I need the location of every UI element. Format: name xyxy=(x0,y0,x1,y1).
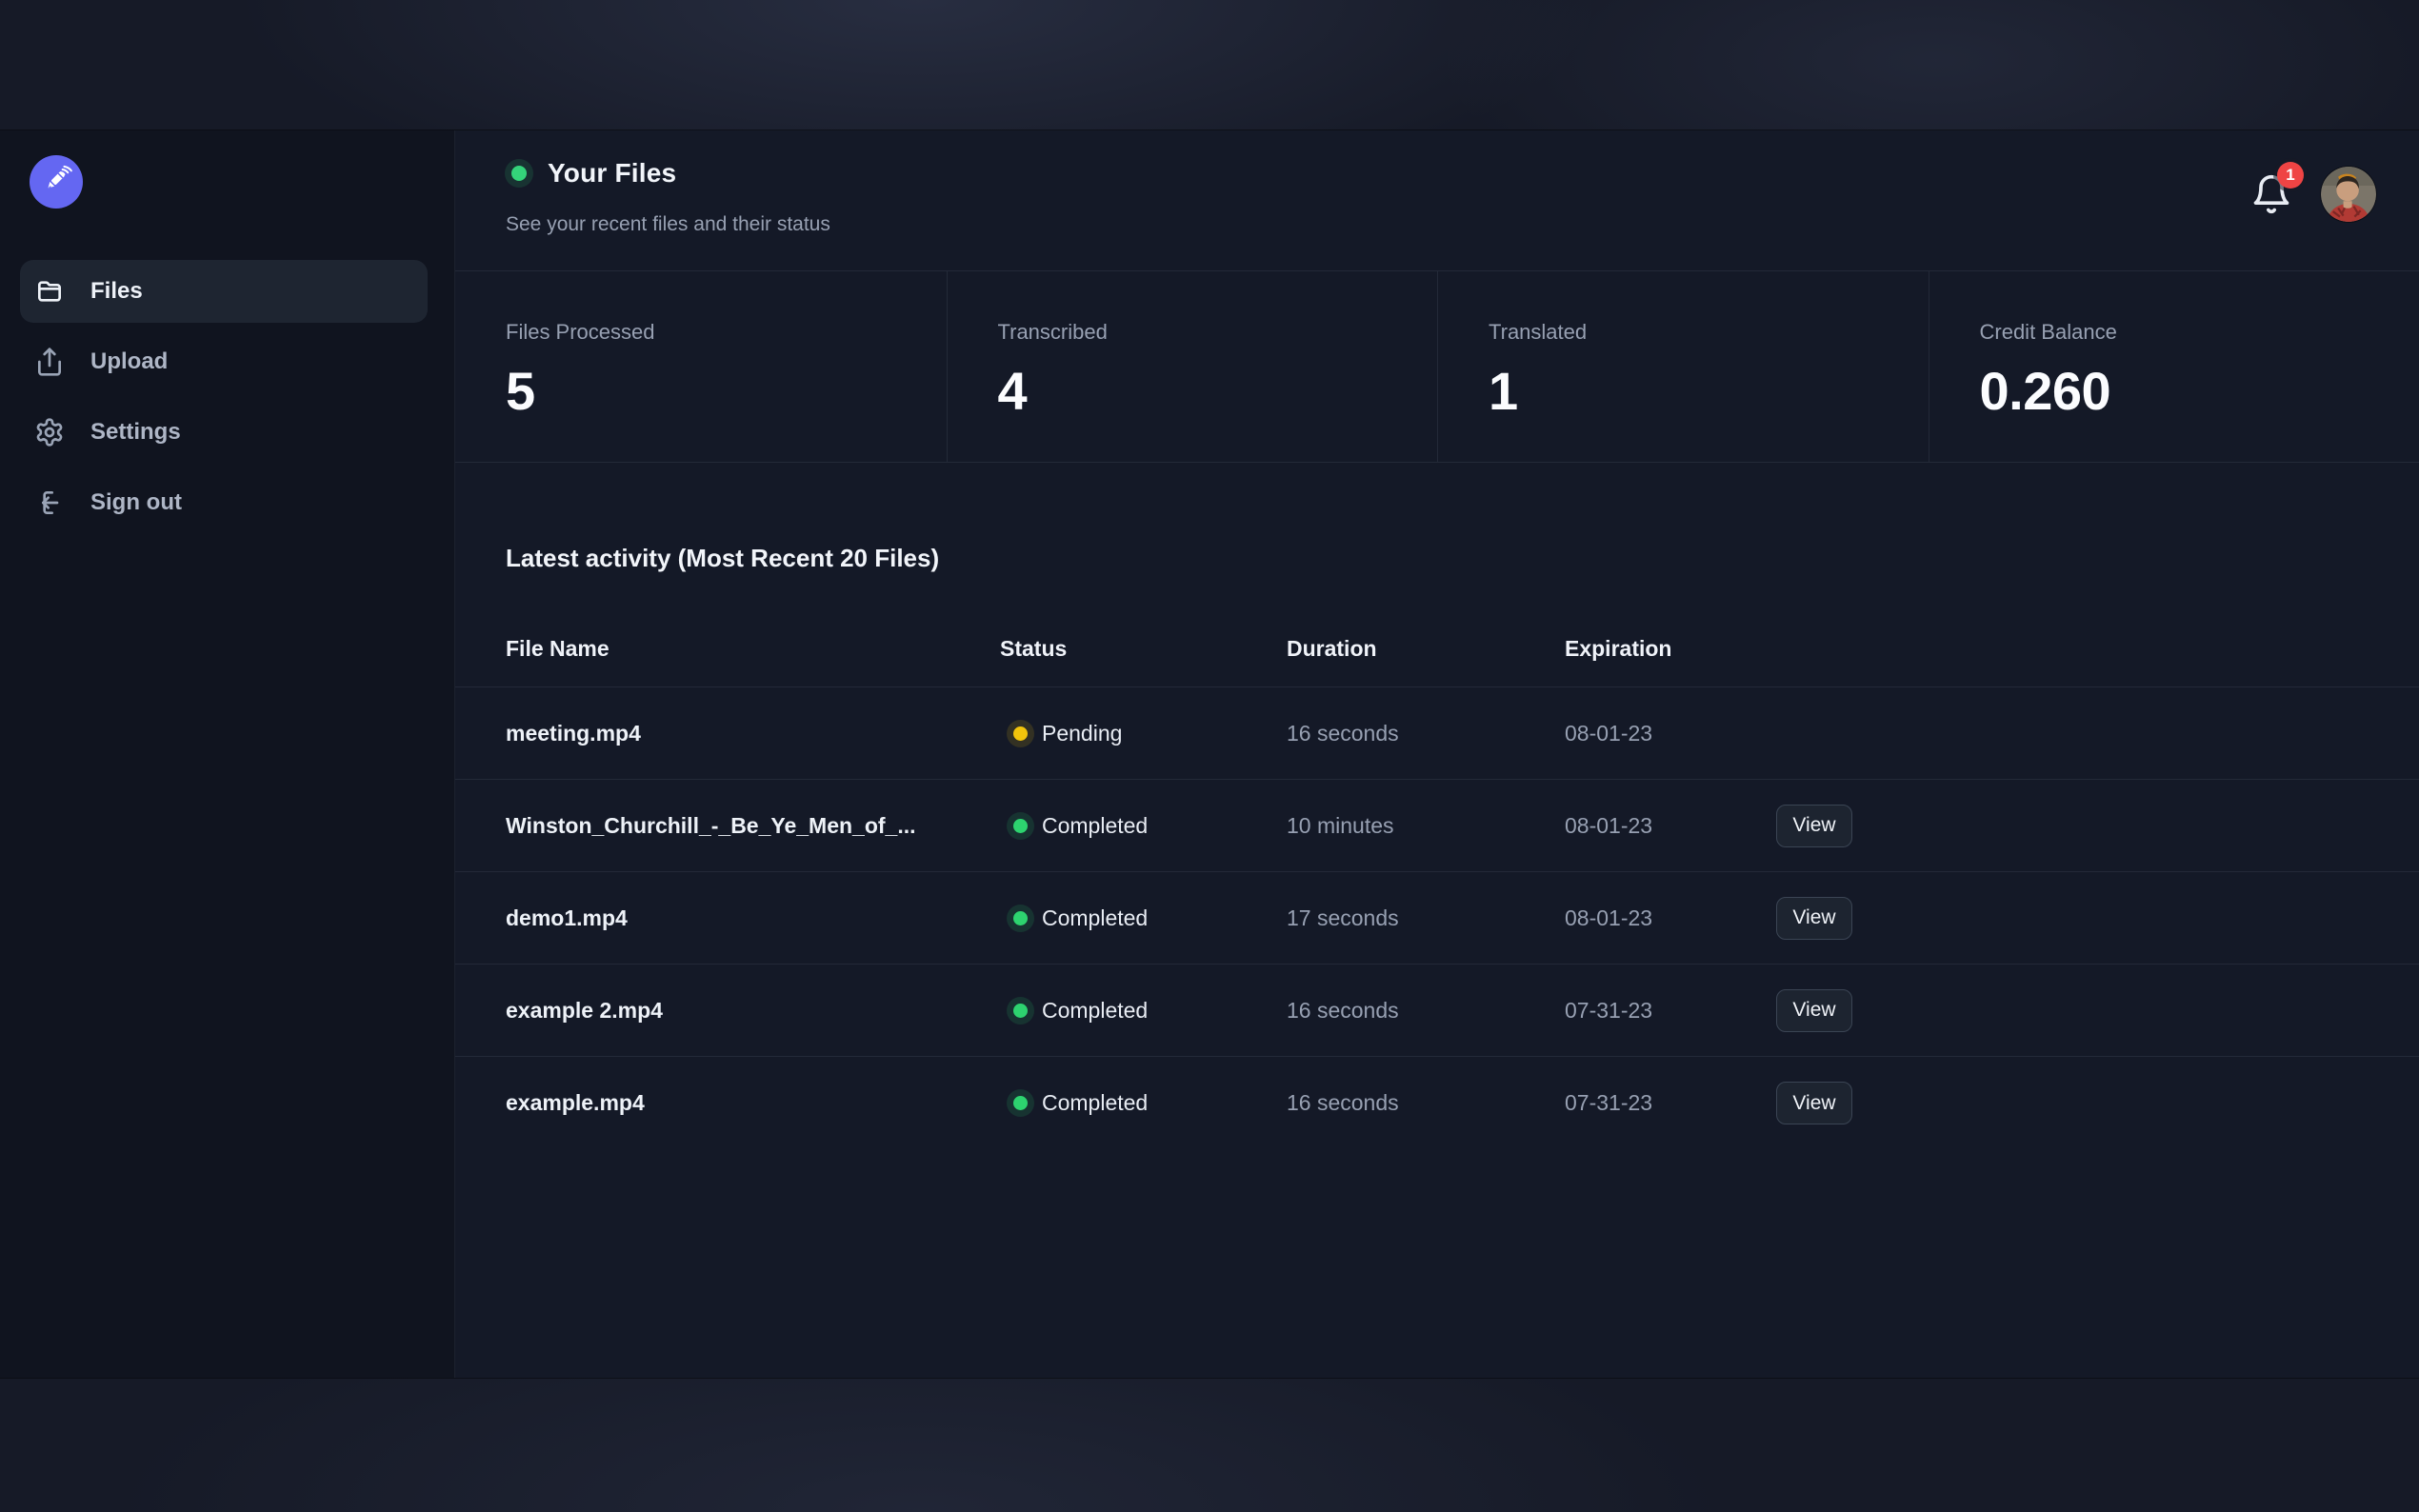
file-name: meeting.mp4 xyxy=(506,721,1000,746)
sidebar-nav: Files Upload xyxy=(0,260,454,542)
duration-cell: 17 seconds xyxy=(1287,905,1565,931)
page-title: Your Files xyxy=(548,157,676,189)
stat-label: Transcribed xyxy=(998,319,1438,346)
section-title: Latest activity (Most Recent 20 Files) xyxy=(506,543,2419,573)
sidebar-item-files[interactable]: Files xyxy=(20,260,428,323)
column-header-file-name: File Name xyxy=(506,636,1000,662)
status-label: Completed xyxy=(1042,998,1148,1024)
column-header-status: Status xyxy=(1000,636,1287,662)
sign-out-icon xyxy=(34,487,65,518)
status-dot-icon xyxy=(1013,819,1028,833)
stat-label: Files Processed xyxy=(506,319,947,346)
view-button[interactable]: View xyxy=(1776,989,1852,1032)
duration-cell: 10 minutes xyxy=(1287,813,1565,839)
status-cell: Completed xyxy=(1000,905,1287,931)
avatar[interactable] xyxy=(2321,167,2376,222)
sidebar-item-label: Files xyxy=(90,278,143,305)
file-name: example.mp4 xyxy=(506,1090,1000,1116)
gear-icon xyxy=(34,417,65,448)
sidebar-item-upload[interactable]: Upload xyxy=(20,330,428,393)
page-header: Your Files See your recent files and the… xyxy=(455,130,2419,270)
status-dot-icon xyxy=(511,166,527,181)
table-row: example 2.mp4 Completed 16 seconds 07-31… xyxy=(455,965,2419,1057)
page-subtitle: See your recent files and their status xyxy=(506,212,2419,237)
status-label: Completed xyxy=(1042,813,1148,839)
main-content: Your Files See your recent files and the… xyxy=(455,130,2419,1378)
folder-icon xyxy=(34,276,65,307)
bell-icon xyxy=(2250,205,2292,221)
pencil-broadcast-icon xyxy=(39,163,73,202)
status-dot-icon xyxy=(1013,1096,1028,1110)
latest-activity-section: Latest activity (Most Recent 20 Files) F… xyxy=(455,463,2419,1149)
notification-badge: 1 xyxy=(2277,162,2304,189)
sidebar-item-label: Sign out xyxy=(90,489,182,516)
expiration-cell: 07-31-23 xyxy=(1565,998,1776,1024)
sidebar-item-settings[interactable]: Settings xyxy=(20,401,428,464)
duration-cell: 16 seconds xyxy=(1287,721,1565,746)
stat-label: Credit Balance xyxy=(1980,319,2419,346)
app-window: Files Upload xyxy=(0,130,2419,1378)
column-header-expiration: Expiration xyxy=(1565,636,1776,662)
header-actions: 1 xyxy=(2250,167,2376,222)
upload-icon xyxy=(34,347,65,377)
file-name: demo1.mp4 xyxy=(506,905,1000,931)
duration-cell: 16 seconds xyxy=(1287,998,1565,1024)
table-row: meeting.mp4 Pending 16 seconds 08-01-23 xyxy=(455,687,2419,780)
status-cell: Completed xyxy=(1000,998,1287,1024)
stat-files-processed: Files Processed 5 xyxy=(455,271,947,462)
expiration-cell: 07-31-23 xyxy=(1565,1090,1776,1116)
table-row: demo1.mp4 Completed 17 seconds 08-01-23 … xyxy=(455,872,2419,965)
stat-value: 4 xyxy=(998,363,1438,420)
status-dot-icon xyxy=(1013,726,1028,741)
sidebar-item-label: Settings xyxy=(90,419,181,446)
status-dot-icon xyxy=(1013,1004,1028,1018)
table-row: Winston_Churchill_-_Be_Ye_Men_of_... Com… xyxy=(455,780,2419,872)
notifications-button[interactable]: 1 xyxy=(2250,171,2292,217)
stat-translated: Translated 1 xyxy=(1437,271,1929,462)
status-label: Completed xyxy=(1042,905,1148,931)
file-name: Winston_Churchill_-_Be_Ye_Men_of_... xyxy=(506,813,1000,839)
expiration-cell: 08-01-23 xyxy=(1565,721,1776,746)
view-button[interactable]: View xyxy=(1776,897,1852,940)
status-label: Pending xyxy=(1042,721,1122,746)
expiration-cell: 08-01-23 xyxy=(1565,813,1776,839)
status-dot-icon xyxy=(1013,911,1028,925)
status-cell: Completed xyxy=(1000,813,1287,839)
status-cell: Pending xyxy=(1000,721,1287,746)
stats-bar: Files Processed 5 Transcribed 4 Translat… xyxy=(455,270,2419,463)
stat-transcribed: Transcribed 4 xyxy=(947,271,1438,462)
stat-value: 0.260 xyxy=(1980,363,2419,420)
view-button[interactable]: View xyxy=(1776,1082,1852,1124)
stat-label: Translated xyxy=(1489,319,1929,346)
view-button[interactable]: View xyxy=(1776,805,1852,847)
sidebar-item-label: Upload xyxy=(90,348,168,375)
stat-value: 1 xyxy=(1489,363,1929,420)
stat-value: 5 xyxy=(506,363,947,420)
status-label: Completed xyxy=(1042,1090,1148,1116)
file-name: example 2.mp4 xyxy=(506,998,1000,1024)
stat-credit-balance: Credit Balance 0.260 xyxy=(1929,271,2419,462)
expiration-cell: 08-01-23 xyxy=(1565,905,1776,931)
app-logo[interactable] xyxy=(30,155,83,209)
duration-cell: 16 seconds xyxy=(1287,1090,1565,1116)
table-row: example.mp4 Completed 16 seconds 07-31-2… xyxy=(455,1057,2419,1149)
sidebar-item-sign-out[interactable]: Sign out xyxy=(20,471,428,534)
status-cell: Completed xyxy=(1000,1090,1287,1116)
table-header: File Name Status Duration Expiration xyxy=(455,636,2419,687)
sidebar: Files Upload xyxy=(0,130,455,1378)
column-header-duration: Duration xyxy=(1287,636,1565,662)
